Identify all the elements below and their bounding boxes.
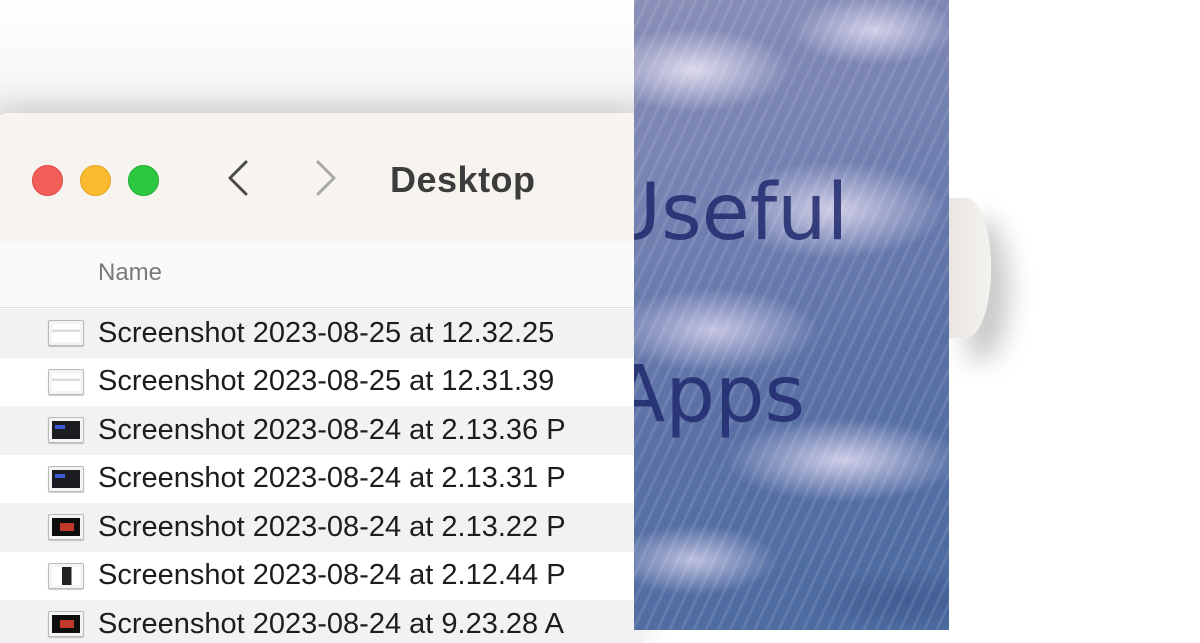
chevron-right-icon [316, 160, 336, 196]
screenshot-thumbnail-icon [48, 465, 84, 492]
close-button[interactable] [32, 165, 63, 196]
chevron-left-icon [228, 160, 248, 196]
minimize-button[interactable] [80, 165, 111, 196]
screenshot-thumbnail-icon [48, 320, 84, 347]
screenshot-thumbnail-icon [48, 514, 84, 541]
file-name: Screenshot 2023-08-25 at 12.32.25 [98, 316, 555, 349]
screenshot-thumbnail-icon [48, 417, 84, 444]
decorative-curl [949, 198, 991, 338]
zoom-button[interactable] [128, 165, 159, 196]
file-name: Screenshot 2023-08-25 at 12.31.39 [98, 365, 555, 398]
file-name: Screenshot 2023-08-24 at 2.12.44 P [98, 559, 566, 592]
window-titlebar: Desktop [0, 113, 644, 242]
file-name: Screenshot 2023-08-24 at 9.23.28 A [98, 607, 564, 640]
background-haze [0, 0, 640, 120]
file-name: Screenshot 2023-08-24 at 2.13.36 P [98, 413, 566, 446]
column-header-bar: Name [0, 241, 644, 308]
file-name: Screenshot 2023-08-24 at 2.13.31 P [98, 462, 566, 495]
file-row[interactable]: Screenshot 2023-08-24 at 2.12.44 P [0, 551, 644, 600]
file-row[interactable]: Screenshot 2023-08-24 at 2.13.22 P [0, 503, 644, 552]
art-word-useful: Useful [634, 168, 849, 258]
finder-window: Desktop Name Screenshot 2023-08-25 at 12… [0, 113, 644, 643]
column-header-name[interactable]: Name [98, 259, 162, 287]
window-title: Desktop [390, 159, 536, 200]
file-row[interactable]: Screenshot 2023-08-24 at 2.13.36 P [0, 406, 644, 455]
file-row[interactable]: Screenshot 2023-08-25 at 12.32.25 [0, 309, 644, 358]
back-button[interactable] [218, 155, 258, 201]
screenshot-thumbnail-icon [48, 562, 84, 589]
water-texture [634, 0, 949, 630]
art-word-apps: Apps [634, 350, 806, 440]
file-row[interactable]: Screenshot 2023-08-24 at 9.23.28 A [0, 600, 644, 643]
screenshot-thumbnail-icon [48, 611, 84, 638]
screenshot-thumbnail-icon [48, 368, 84, 395]
cover-art-panel: Useful Apps [634, 0, 949, 630]
file-row[interactable]: Screenshot 2023-08-24 at 2.13.31 P [0, 454, 644, 503]
forward-button[interactable] [306, 155, 346, 201]
file-list: Screenshot 2023-08-25 at 12.32.25 Screen… [0, 309, 644, 643]
file-name: Screenshot 2023-08-24 at 2.13.22 P [98, 510, 566, 543]
file-row[interactable]: Screenshot 2023-08-25 at 12.31.39 [0, 357, 644, 406]
